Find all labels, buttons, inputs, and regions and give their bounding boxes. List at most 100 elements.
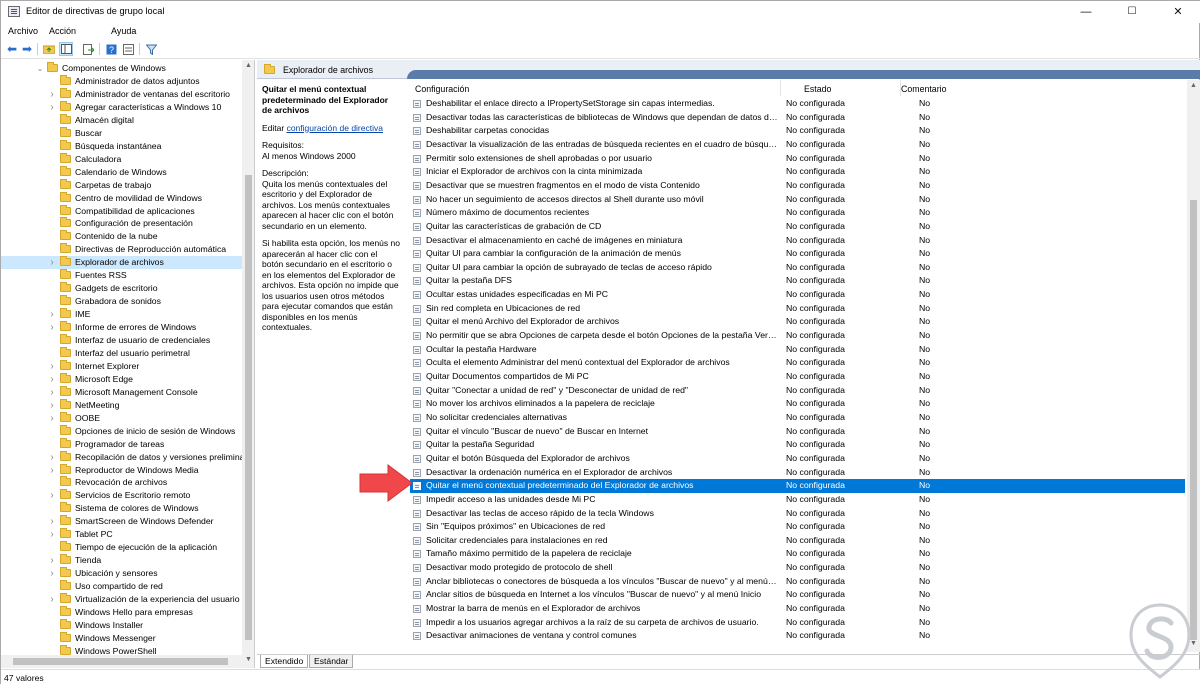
up-folder-icon[interactable]	[42, 42, 56, 56]
scroll-thumb[interactable]	[13, 658, 228, 665]
chevron-right-icon[interactable]: ›	[48, 373, 56, 386]
close-button[interactable]: ✕	[1155, 1, 1200, 23]
menu-archivo[interactable]: Archivo	[8, 26, 38, 36]
policy-row[interactable]: No solicitar credenciales alternativas No…	[410, 411, 1185, 425]
column-divider[interactable]	[780, 80, 781, 96]
filter-icon[interactable]	[144, 42, 158, 56]
policy-row[interactable]: Permitir solo extensiones de shell aprob…	[410, 152, 1185, 166]
tree-item[interactable]: Windows Installer	[1, 618, 242, 632]
chevron-right-icon[interactable]: ›	[48, 489, 56, 502]
scroll-thumb[interactable]	[1190, 200, 1197, 640]
chevron-right-icon[interactable]: ›	[48, 256, 56, 269]
forward-arrow-icon[interactable]: ➡	[20, 42, 34, 56]
tree-item[interactable]: Interfaz del usuario perimetral	[1, 346, 242, 360]
tree-item[interactable]: › Explorador de archivos	[1, 256, 242, 270]
policy-row[interactable]: Quitar el vínculo "Buscar de nuevo" de B…	[410, 425, 1185, 439]
tree-item[interactable]: Directivas de Reproducción automática	[1, 243, 242, 256]
tree-item[interactable]: › SmartScreen de Windows Defender	[1, 515, 242, 528]
tree-item[interactable]: Configuración de presentación	[1, 217, 242, 230]
tree-item[interactable]: Carpetas de trabajo	[1, 178, 242, 192]
policy-row[interactable]: Sin "Equipos próximos" en Ubicaciones de…	[410, 520, 1185, 534]
tree-item[interactable]: Compatibilidad de aplicaciones	[1, 204, 242, 218]
policy-row[interactable]: Desactivar el almacenamiento en caché de…	[410, 234, 1185, 248]
edit-policy-link[interactable]: configuración de directiva	[287, 123, 383, 133]
tree-item[interactable]: Fuentes RSS	[1, 269, 242, 282]
tree-item[interactable]: › Reproductor de Windows Media	[1, 463, 242, 477]
policy-row[interactable]: Quitar la pestaña Seguridad No configurad…	[410, 438, 1185, 452]
chevron-right-icon[interactable]: ›	[48, 308, 56, 321]
policy-row[interactable]: Sin red completa en Ubicaciones de red No…	[410, 302, 1185, 316]
tree-item[interactable]: Almacén digital	[1, 113, 242, 127]
tree-vertical-scrollbar[interactable]: ▲ ▼	[242, 60, 254, 668]
tree-item[interactable]: › Recopilación de datos y versiones preli…	[1, 450, 245, 464]
column-comment[interactable]: Comentario	[901, 84, 946, 94]
tree-item[interactable]: Windows Messenger	[1, 631, 242, 645]
tree-item[interactable]: › Agregar características a Windows 10	[1, 100, 242, 114]
policy-row[interactable]: No permitir que se abra Opciones de carp…	[410, 329, 1185, 343]
policy-row[interactable]: Desactivar modo protegido de protocolo d…	[410, 561, 1185, 575]
policy-row[interactable]: Anclar bibliotecas o conectores de búsqu…	[410, 575, 1185, 589]
policy-row[interactable]: Tamaño máximo permitido de la papelera d…	[410, 547, 1185, 561]
tree-item[interactable]: Calendario de Windows	[1, 165, 242, 179]
scroll-up-icon[interactable]: ▲	[242, 62, 254, 69]
tree-item[interactable]: Contenido de la nube	[1, 230, 242, 243]
tree-item[interactable]: Uso compartido de red	[1, 580, 242, 593]
tree-horizontal-scrollbar[interactable]	[1, 655, 242, 668]
policy-row[interactable]: Quitar el menú Archivo del Explorador de…	[410, 315, 1185, 329]
policy-row[interactable]: Ocultar estas unidades especificadas en …	[410, 288, 1185, 302]
tree-item[interactable]: › Microsoft Edge	[1, 372, 242, 386]
policy-row[interactable]: Quitar "Conectar a unidad de red" y "Des…	[410, 384, 1185, 398]
tree-item[interactable]: › Internet Explorer	[1, 359, 242, 373]
menu-ayuda[interactable]: Ayuda	[111, 26, 136, 36]
menu-accion[interactable]: Acción	[49, 26, 76, 36]
policy-row[interactable]: Ocultar la pestaña Hardware No configurad…	[410, 343, 1185, 357]
policy-row[interactable]: Quitar la pestaña DFS No configurada No	[410, 274, 1185, 288]
policy-row[interactable]: Quitar las características de grabación …	[410, 220, 1185, 234]
chevron-right-icon[interactable]: ›	[48, 451, 56, 464]
show-hide-tree-icon[interactable]	[59, 42, 73, 56]
maximize-button[interactable]: ☐	[1109, 1, 1155, 23]
chevron-right-icon[interactable]: ›	[48, 412, 56, 425]
tree-item[interactable]: › Tienda	[1, 554, 242, 567]
policy-row[interactable]: Mostrar la barra de menús en el Explorad…	[410, 602, 1185, 616]
help-icon[interactable]: ?	[104, 42, 118, 56]
chevron-right-icon[interactable]: ›	[48, 464, 56, 477]
policy-row[interactable]: Desactivar la ordenación numérica en el …	[410, 466, 1185, 480]
tree-item[interactable]: Administrador de datos adjuntos	[1, 75, 242, 88]
tree-item[interactable]: Centro de movilidad de Windows	[1, 191, 242, 205]
tree-item[interactable]: › NetMeeting	[1, 398, 242, 412]
tree-item[interactable]: Buscar	[1, 126, 242, 140]
tree-item[interactable]: Opciones de inicio de sesión de Windows	[1, 424, 242, 438]
tree-item[interactable]: › OOBE	[1, 411, 242, 425]
column-state[interactable]: Estado	[804, 84, 831, 94]
policy-row[interactable]: Solicitar credenciales para instalacione…	[410, 534, 1185, 548]
chevron-right-icon[interactable]: ›	[48, 360, 56, 373]
policy-row[interactable]: Deshabilitar el enlace directo a IProper…	[410, 97, 1185, 111]
tree-item[interactable]: › Ubicación y sensores	[1, 567, 242, 580]
tree-item[interactable]: Sistema de colores de Windows	[1, 502, 242, 515]
policy-row[interactable]: Deshabilitar carpetas conocidas No config…	[410, 124, 1185, 138]
tree-item[interactable]: › Administrador de ventanas del escritori…	[1, 87, 242, 101]
policy-row[interactable]: Quitar UI para cambiar la configuración …	[410, 247, 1185, 261]
chevron-right-icon[interactable]: ›	[48, 515, 56, 528]
tree-root-node[interactable]: ⌄ Componentes de Windows	[1, 62, 242, 75]
tree-item[interactable]: Búsqueda instantánea	[1, 139, 242, 153]
policy-row[interactable]: Quitar el botón Búsqueda del Explorador …	[410, 452, 1185, 466]
policy-row[interactable]: No mover los archivos eliminados a la pa…	[410, 397, 1185, 411]
tree-item[interactable]: Gadgets de escritorio	[1, 282, 242, 295]
tab-estandar[interactable]: Estándar	[309, 655, 354, 668]
policy-row[interactable]: Quitar el menú contextual predeterminado…	[410, 479, 1185, 493]
policy-row[interactable]: Desactivar todas las características de …	[410, 111, 1185, 125]
chevron-right-icon[interactable]: ›	[48, 88, 56, 101]
policy-row[interactable]: Anclar sitios de búsqueda en Internet a …	[410, 588, 1185, 602]
minimize-button[interactable]: —	[1063, 1, 1109, 23]
tree-item[interactable]: › IME	[1, 308, 242, 321]
policy-row[interactable]: Número máximo de documentos recientes No …	[410, 206, 1185, 220]
policy-row[interactable]: Desactivar animaciones de ventana y cont…	[410, 629, 1185, 643]
tree-item[interactable]: › Informe de errores de Windows	[1, 321, 242, 334]
tree-item[interactable]: Tiempo de ejecución de la aplicación	[1, 541, 242, 554]
chevron-right-icon[interactable]: ›	[48, 386, 56, 399]
tree-item[interactable]: Programador de tareas	[1, 437, 242, 451]
policy-row[interactable]: Quitar UI para cambiar la opción de subr…	[410, 261, 1185, 275]
tree-item[interactable]: Windows Hello para empresas	[1, 605, 242, 619]
